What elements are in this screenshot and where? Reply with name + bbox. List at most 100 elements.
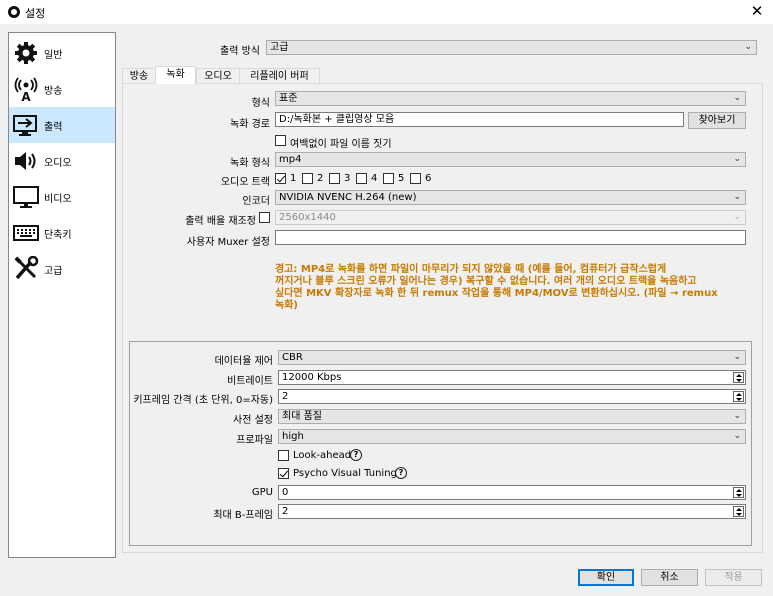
sidebar-item-audio[interactable]: 오디오 — [9, 143, 115, 179]
sidebar-item-general[interactable]: 일반 — [9, 35, 115, 71]
chevron-down-icon: ⌄ — [744, 42, 752, 52]
mp4-warning-text: 경고: MP4로 녹화를 하면 파일이 마무리가 되지 않았을 때 (예를 들어… — [275, 264, 745, 312]
encoder-dropdown[interactable]: NVIDIA NVENC H.264 (new) ⌄ — [275, 190, 746, 205]
audio-track-3-checkbox[interactable] — [329, 173, 340, 184]
output-mode-label: 출력 방식 — [220, 46, 260, 57]
custom-muxer-input[interactable] — [275, 230, 746, 245]
audio-track-4-checkbox[interactable] — [356, 173, 367, 184]
svg-text:A: A — [21, 90, 31, 102]
output-icon — [13, 115, 37, 136]
recording-format-dropdown[interactable]: mp4 ⌄ — [275, 152, 746, 167]
recording-format-value: mp4 — [279, 154, 302, 165]
audio-track-3-label: 3 — [344, 173, 351, 184]
sidebar-item-label: 출력 — [44, 122, 63, 133]
keyframe-interval-label: 키프레임 간격 (초 단위, 0=자동) — [133, 395, 273, 406]
format-value: 표준 — [279, 93, 298, 104]
preset-dropdown[interactable]: 최대 품질 ⌄ — [278, 409, 746, 424]
encoder-label: 인코더 — [242, 196, 270, 207]
cancel-button[interactable]: 취소 — [641, 569, 698, 586]
help-icon[interactable]: ? — [395, 467, 407, 479]
sidebar-item-video[interactable]: 비디오 — [9, 179, 115, 215]
spin-arrows-icon[interactable] — [733, 506, 744, 517]
tab-replay-buffer[interactable]: 리플레이 버퍼 — [239, 68, 320, 84]
gpu-value: 0 — [282, 487, 289, 498]
warning-line: 싶다면 MKV 확장자로 녹화 한 뒤 remux 작업을 통해 MP4/MOV… — [275, 288, 718, 299]
max-bframes-spinbox[interactable]: 2 — [278, 504, 746, 519]
recording-format-label: 녹화 형식 — [230, 158, 270, 169]
format-label: 형식 — [251, 98, 270, 109]
bitrate-label: 비트레이트 — [227, 376, 273, 387]
no-space-filename-checkbox[interactable] — [275, 135, 286, 146]
chevron-down-icon: ⌄ — [733, 93, 741, 103]
tools-icon — [14, 256, 39, 280]
close-icon[interactable]: ✕ — [749, 1, 765, 21]
gpu-spinbox[interactable]: 0 — [278, 485, 746, 500]
monitor-icon — [13, 186, 39, 208]
tab-stream[interactable]: 방송 — [122, 68, 156, 84]
chevron-down-icon: ⌄ — [733, 411, 741, 421]
profile-dropdown[interactable]: high ⌄ — [278, 429, 746, 444]
bitrate-spinbox[interactable]: 12000 Kbps — [278, 370, 746, 385]
sidebar-item-label: 방송 — [44, 86, 63, 97]
obs-logo-icon — [8, 6, 20, 18]
sidebar-item-advanced[interactable]: 고급 — [9, 251, 115, 287]
spin-arrows-icon[interactable] — [733, 372, 744, 383]
psycho-visual-label: Psycho Visual Tuning — [293, 468, 397, 479]
chevron-down-icon: ⌄ — [733, 192, 741, 202]
audio-track-5-checkbox[interactable] — [383, 173, 394, 184]
broadcast-icon: A — [14, 77, 38, 102]
tab-recording[interactable]: 녹화 — [155, 66, 196, 84]
sidebar-item-label: 비디오 — [44, 194, 72, 205]
apply-button[interactable]: 적용 — [705, 569, 762, 586]
rate-control-dropdown[interactable]: CBR ⌄ — [278, 350, 746, 365]
sidebar-item-output[interactable]: 출력 — [9, 107, 115, 143]
spin-arrows-icon[interactable] — [733, 391, 744, 402]
settings-sidebar: 일반 A 방송 출력 오디오 비디오 단축키 고급 — [8, 32, 116, 558]
rescale-output-checkbox[interactable] — [259, 212, 270, 223]
audio-track-4-label: 4 — [371, 173, 378, 184]
recording-path-label: 녹화 경로 — [230, 119, 270, 130]
rescale-resolution-dropdown: 2560x1440 ⌄ — [275, 210, 746, 225]
audio-track-label: 오디오 트랙 — [220, 177, 270, 188]
audio-track-1-checkbox[interactable] — [275, 173, 286, 184]
rate-control-value: CBR — [282, 352, 303, 363]
rescale-resolution-value: 2560x1440 — [279, 212, 336, 223]
no-space-filename-label: 여백없이 파일 이름 짓기 — [290, 139, 392, 150]
tab-audio[interactable]: 오디오 — [196, 68, 240, 84]
help-icon[interactable]: ? — [350, 449, 362, 461]
sidebar-item-hotkeys[interactable]: 단축키 — [9, 215, 115, 251]
audio-track-2-checkbox[interactable] — [302, 173, 313, 184]
title-bar: 설정 ✕ — [0, 0, 773, 24]
profile-label: 프로파일 — [236, 435, 273, 446]
audio-track-2-label: 2 — [317, 173, 324, 184]
sidebar-item-stream[interactable]: A 방송 — [9, 71, 115, 107]
lookahead-checkbox[interactable] — [278, 450, 289, 461]
keyframe-interval-value: 2 — [282, 391, 289, 402]
recording-path-input[interactable]: D:/녹화본 + 클립영상 모음 — [275, 112, 684, 127]
sidebar-item-label: 오디오 — [44, 158, 72, 169]
gpu-label: GPU — [251, 487, 273, 498]
sidebar-item-label: 고급 — [44, 266, 63, 277]
audio-track-6-checkbox[interactable] — [410, 173, 421, 184]
sidebar-item-label: 일반 — [44, 50, 63, 61]
sidebar-item-label: 단축키 — [44, 230, 72, 241]
gear-icon — [15, 42, 37, 64]
chevron-down-icon: ⌄ — [733, 352, 741, 362]
preset-label: 사전 설정 — [233, 415, 273, 426]
output-mode-dropdown[interactable]: 고급 ⌄ — [266, 40, 757, 55]
ok-button[interactable]: 확인 — [578, 569, 634, 586]
psycho-visual-checkbox[interactable] — [278, 468, 289, 479]
profile-value: high — [282, 431, 304, 442]
chevron-down-icon: ⌄ — [733, 154, 741, 164]
format-dropdown[interactable]: 표준 ⌄ — [275, 91, 746, 106]
chevron-down-icon: ⌄ — [733, 212, 741, 222]
max-bframes-label: 최대 B-프레임 — [213, 510, 273, 521]
bitrate-value: 12000 Kbps — [282, 372, 342, 383]
preset-value: 최대 품질 — [282, 411, 322, 422]
spin-arrows-icon[interactable] — [733, 487, 744, 498]
keyframe-interval-spinbox[interactable]: 2 — [278, 389, 746, 404]
lookahead-label: Look-ahead — [293, 450, 352, 461]
audio-track-6-label: 6 — [425, 173, 432, 184]
browse-button[interactable]: 찾아보기 — [688, 112, 746, 129]
window-title: 설정 — [25, 7, 46, 20]
